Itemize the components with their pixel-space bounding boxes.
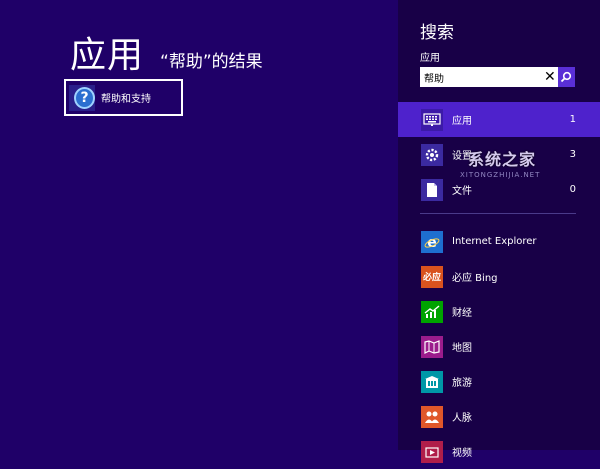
video-icon	[421, 440, 443, 463]
app-item-label: 视频	[452, 448, 472, 459]
bing-icon: 必应	[421, 265, 443, 288]
finance-icon	[421, 300, 443, 323]
scope-item-count: 3	[569, 149, 576, 160]
app-item-video[interactable]: 视频	[398, 434, 600, 469]
results-heading: 应用 “帮助”的结果	[70, 26, 263, 78]
app-list: e Internet Explorer 必应 必应 Bing 财经 地图 旅游 …	[398, 224, 600, 469]
clear-search-button[interactable]: ✕	[542, 67, 558, 87]
results-category-title: 应用	[70, 35, 145, 76]
scope-item-count: 0	[569, 184, 576, 195]
app-item-maps[interactable]: 地图	[398, 329, 600, 364]
search-results-area: 应用 “帮助”的结果 ? 帮助和支持	[0, 0, 398, 450]
keyboard-icon	[421, 108, 443, 131]
scope-item-apps[interactable]: 应用 1	[398, 102, 600, 137]
app-item-bing[interactable]: 必应 必应 Bing	[398, 259, 600, 294]
pane-divider	[420, 213, 576, 214]
settings-gear-icon	[421, 143, 443, 166]
app-item-travel[interactable]: 旅游	[398, 364, 600, 399]
scope-item-settings[interactable]: 设置 3	[398, 137, 600, 172]
app-item-internet-explorer[interactable]: e Internet Explorer	[398, 224, 600, 259]
search-input[interactable]	[420, 68, 542, 86]
search-scope-label: 应用	[420, 53, 440, 64]
scope-item-label: 文件	[452, 186, 472, 197]
internet-explorer-icon: e	[421, 230, 443, 253]
file-icon	[421, 178, 443, 201]
app-item-label: 旅游	[452, 378, 472, 389]
scope-item-label: 应用	[452, 116, 472, 127]
travel-icon	[421, 370, 443, 393]
maps-icon	[421, 335, 443, 358]
scope-item-files[interactable]: 文件 0	[398, 172, 600, 207]
app-item-label: 财经	[452, 308, 472, 319]
help-icon: ?	[69, 84, 95, 111]
scope-item-count: 1	[569, 114, 576, 125]
close-icon: ✕	[543, 69, 556, 85]
app-item-people[interactable]: 人脉	[398, 399, 600, 434]
people-icon	[421, 405, 443, 428]
search-icon	[561, 71, 572, 83]
app-item-label: 人脉	[452, 413, 472, 424]
search-pane-title: 搜索	[420, 23, 454, 43]
app-item-label: 地图	[452, 343, 472, 354]
app-item-label: Internet Explorer	[452, 236, 537, 247]
search-button[interactable]	[557, 67, 575, 87]
search-box: ✕	[420, 67, 575, 87]
result-tile-help-and-support[interactable]: ? 帮助和支持	[64, 79, 183, 116]
search-scope-list: 应用 1 设置 3 文件 0	[398, 102, 600, 207]
app-item-finance[interactable]: 财经	[398, 294, 600, 329]
search-charm-pane: 搜索 应用 ✕	[398, 0, 600, 463]
scope-item-label: 设置	[452, 151, 472, 162]
app-item-label: 必应 Bing	[452, 273, 498, 284]
result-tile-label: 帮助和支持	[101, 94, 151, 105]
results-query-caption: “帮助”的结果	[160, 52, 263, 72]
